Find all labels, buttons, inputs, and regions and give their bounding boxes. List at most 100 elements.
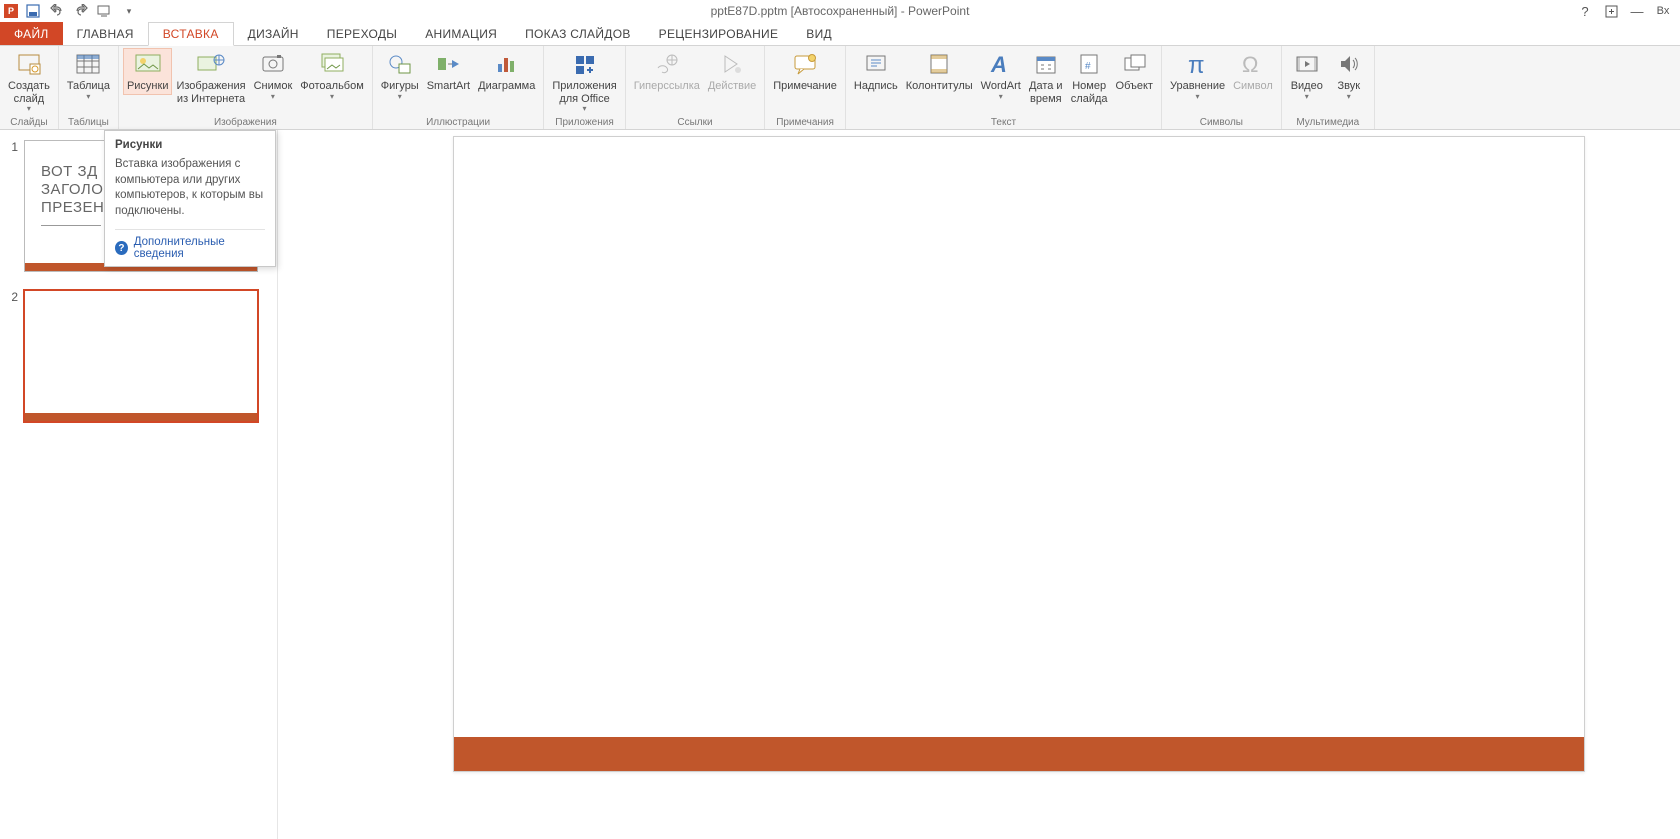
cmd-online-pictures[interactable]: Изображения из Интернета	[172, 48, 249, 107]
tab-review[interactable]: РЕЦЕНЗИРОВАНИЕ	[645, 22, 793, 45]
slide-canvas[interactable]	[453, 136, 1585, 772]
cmd-table[interactable]: Таблица ▾	[63, 48, 114, 101]
cmd-apps-office[interactable]: Приложения для Office ▾	[548, 48, 620, 114]
cmd-label: Действие	[708, 80, 756, 93]
cmd-wordart[interactable]: A WordArt ▾	[977, 48, 1025, 101]
svg-text:Ω: Ω	[1242, 52, 1258, 77]
dropdown-arrow-icon: ▾	[398, 95, 402, 100]
qat-customize-icon[interactable]: ▾	[120, 2, 138, 20]
tab-transitions[interactable]: ПЕРЕХОДЫ	[313, 22, 411, 45]
dropdown-arrow-icon: ▾	[27, 107, 31, 112]
tab-view[interactable]: ВИД	[792, 22, 846, 45]
cmd-header-footer[interactable]: Колонтитулы	[902, 48, 977, 95]
slide-number-icon: #	[1075, 50, 1103, 78]
qat-redo-icon[interactable]	[72, 2, 90, 20]
group-symbols: π Уравнение ▾ Ω Символ Символы	[1162, 46, 1282, 129]
cmd-textbox[interactable]: Надпись	[850, 48, 902, 95]
signin-label[interactable]: Вх	[1654, 2, 1672, 20]
cmd-label: Фотоальбом	[300, 80, 364, 93]
action-icon	[718, 50, 746, 78]
cmd-label: Колонтитулы	[906, 80, 973, 93]
video-icon	[1293, 50, 1321, 78]
cmd-equation[interactable]: π Уравнение ▾	[1166, 48, 1229, 101]
group-images: Рисунки Изображения из Интернета Снимок …	[119, 46, 373, 129]
apps-icon	[571, 50, 599, 78]
group-label: Слайды	[10, 115, 47, 129]
tab-file[interactable]: ФАЙЛ	[0, 22, 63, 45]
cmd-label: Изображения из Интернета	[176, 80, 245, 105]
cmd-object[interactable]: Объект	[1112, 48, 1157, 95]
thumb-number: 1	[6, 140, 18, 272]
tab-home[interactable]: ГЛАВНАЯ	[63, 22, 148, 45]
datetime-icon	[1032, 50, 1060, 78]
cmd-datetime[interactable]: Дата и время	[1025, 48, 1067, 107]
group-label: Символы	[1200, 115, 1243, 129]
ribbon-tabs: ФАЙЛ ГЛАВНАЯ ВСТАВКА ДИЗАЙН ПЕРЕХОДЫ АНИ…	[0, 22, 1680, 46]
thumb-accent-bar	[25, 413, 257, 421]
tab-insert[interactable]: ВСТАВКА	[148, 22, 234, 46]
cmd-label: Номер слайда	[1071, 80, 1108, 105]
thumb-title-text: ВОТ ЗД ЗАГОЛО ПРЕЗЕН	[41, 163, 104, 226]
cmd-screenshot[interactable]: Снимок ▾	[250, 48, 297, 101]
equation-icon: π	[1184, 50, 1212, 78]
screenshot-icon	[259, 50, 287, 78]
tooltip-more-link[interactable]: ? Дополнительные сведения	[115, 229, 265, 260]
dropdown-arrow-icon: ▾	[1305, 95, 1309, 100]
dropdown-arrow-icon: ▾	[271, 95, 275, 100]
cmd-slide-number[interactable]: # Номер слайда	[1067, 48, 1112, 107]
group-label: Примечания	[776, 115, 834, 129]
cmd-comment[interactable]: Примечание	[769, 48, 841, 95]
chart-icon	[493, 50, 521, 78]
cmd-label: WordArt	[981, 80, 1021, 93]
group-apps: Приложения для Office ▾ Приложения	[544, 46, 625, 129]
cmd-label: Символ	[1233, 80, 1273, 93]
group-label: Таблицы	[68, 115, 109, 129]
comment-icon	[791, 50, 819, 78]
dropdown-arrow-icon: ▾	[999, 95, 1003, 100]
group-label: Мультимедиа	[1296, 115, 1359, 129]
cmd-label: Приложения для Office	[552, 80, 616, 105]
qat-save-icon[interactable]	[24, 2, 42, 20]
tab-animation[interactable]: АНИМАЦИЯ	[411, 22, 511, 45]
group-media: Видео ▾ Звук ▾ Мультимедиа	[1282, 46, 1375, 129]
thumbnail-2[interactable]: 2	[6, 290, 267, 422]
cmd-label: Диаграмма	[478, 80, 535, 93]
symbol-icon: Ω	[1239, 50, 1267, 78]
group-label: Ссылки	[677, 115, 712, 129]
new-slide-icon	[15, 50, 43, 78]
ribbon: Создать слайд ▾ Слайды Таблица ▾ Таблицы…	[0, 46, 1680, 130]
slide-canvas-area	[278, 130, 1680, 839]
qat-start-icon[interactable]	[96, 2, 114, 20]
cmd-photo-album[interactable]: Фотоальбом ▾	[296, 48, 368, 101]
tab-design[interactable]: ДИЗАЙН	[234, 22, 313, 45]
cmd-pictures[interactable]: Рисунки	[123, 48, 173, 95]
group-label: Изображения	[214, 115, 277, 129]
tooltip-link-label: Дополнительные сведения	[134, 236, 265, 260]
cmd-label: Таблица	[67, 80, 110, 93]
cmd-chart[interactable]: Диаграмма	[474, 48, 539, 95]
dropdown-arrow-icon: ▾	[583, 107, 587, 112]
cmd-video[interactable]: Видео ▾	[1286, 48, 1328, 101]
minimize-icon[interactable]: —	[1628, 2, 1646, 20]
cmd-audio[interactable]: Звук ▾	[1328, 48, 1370, 101]
svg-text:π: π	[1188, 52, 1205, 77]
group-text: Надпись Колонтитулы A WordArt ▾ Дата и в…	[846, 46, 1162, 129]
cmd-smartart[interactable]: SmartArt	[423, 48, 474, 95]
ribbon-display-icon[interactable]	[1602, 2, 1620, 20]
dropdown-arrow-icon: ▾	[86, 95, 90, 100]
titlebar: P ▾ pptE87D.pptm [Автосохраненный] - Pow…	[0, 0, 1680, 22]
cmd-new-slide[interactable]: Создать слайд ▾	[4, 48, 54, 114]
qat-undo-icon[interactable]	[48, 2, 66, 20]
thumb-preview[interactable]	[24, 290, 258, 422]
cmd-shapes[interactable]: Фигуры ▾	[377, 48, 423, 101]
shapes-icon	[386, 50, 414, 78]
header-footer-icon	[925, 50, 953, 78]
cmd-symbol: Ω Символ	[1229, 48, 1277, 95]
textbox-icon	[862, 50, 890, 78]
group-slides: Создать слайд ▾ Слайды	[0, 46, 59, 129]
cmd-label: Надпись	[854, 80, 898, 93]
group-illustrations: Фигуры ▾ SmartArt Диаграмма Иллюстрации	[373, 46, 545, 129]
help-icon[interactable]: ?	[1576, 2, 1594, 20]
tab-slideshow[interactable]: ПОКАЗ СЛАЙДОВ	[511, 22, 645, 45]
cmd-label: Гиперссылка	[634, 80, 700, 93]
